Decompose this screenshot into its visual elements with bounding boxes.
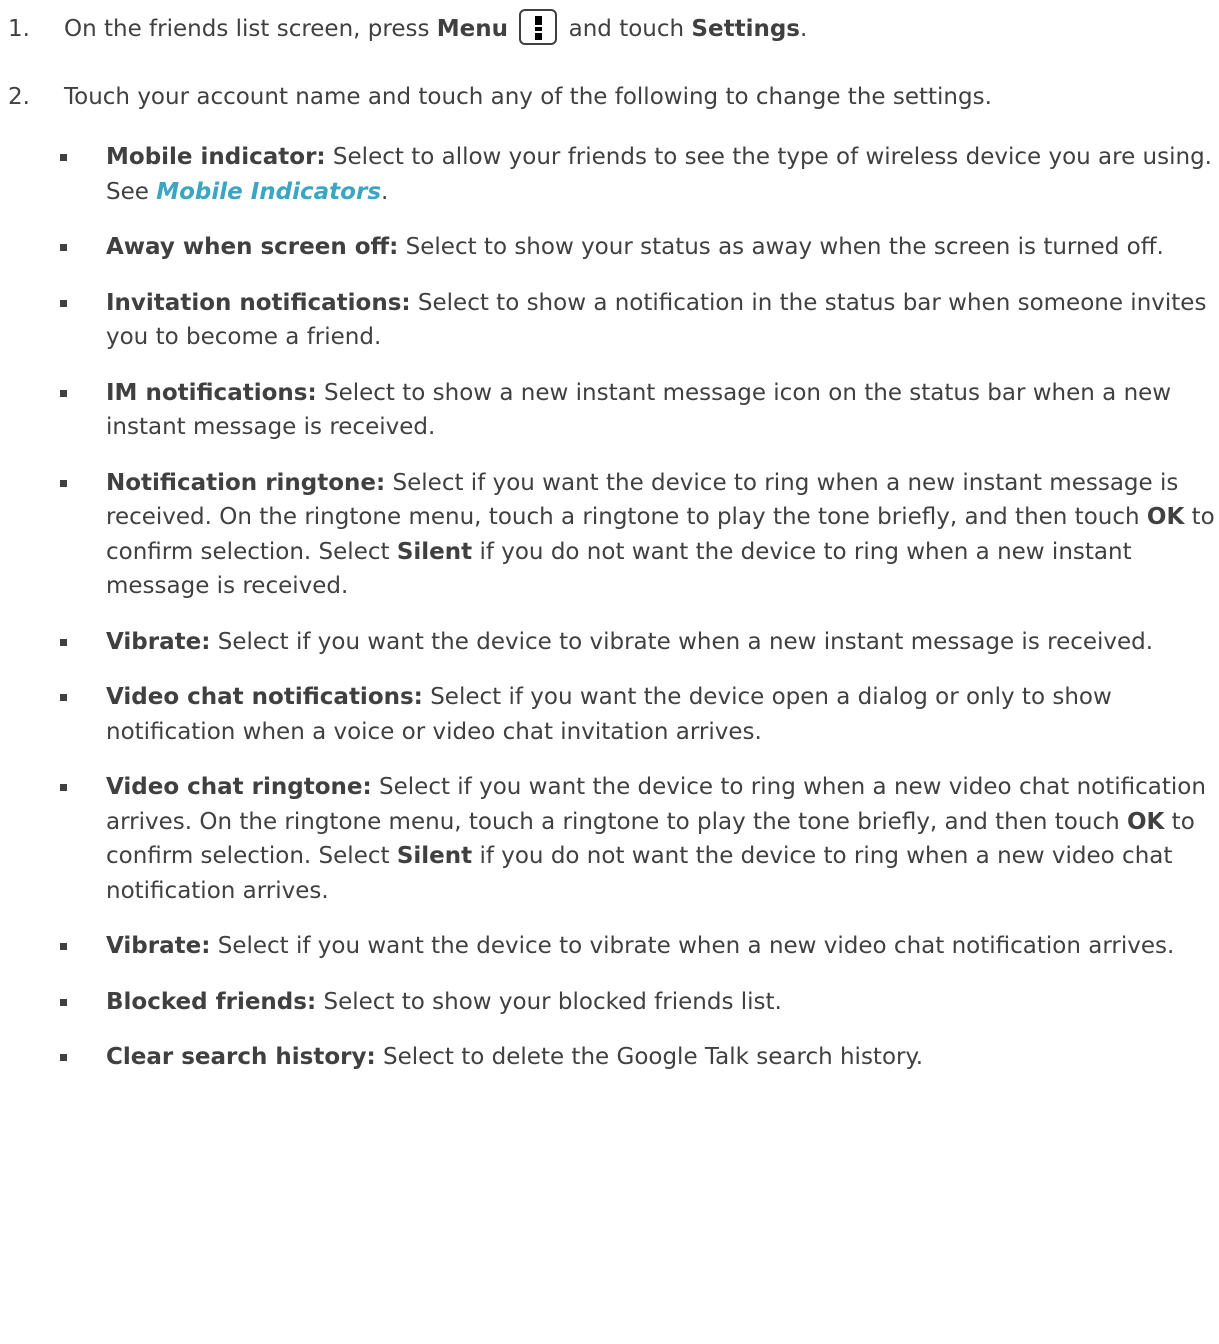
item-label: Mobile indicator: xyxy=(106,144,326,170)
list-item-clear-search-history: Clear search history: Select to delete t… xyxy=(56,1040,1216,1075)
step-number: 2. xyxy=(8,84,30,110)
item-label: Away when screen off: xyxy=(106,234,399,260)
step-text: Touch your account name and touch any of… xyxy=(64,84,992,110)
list-item-video-chat-ringtone: Video chat ringtone: Select if you want … xyxy=(56,770,1216,908)
step-1: 1. On the friends list screen, press Menu… xyxy=(8,8,807,46)
item-label: Blocked friends: xyxy=(106,988,317,1015)
list-item-vibrate-video-chat: Vibrate: Select if you want the device t… xyxy=(56,929,1216,964)
document-page: 1. On the friends list screen, press Menu… xyxy=(0,0,1219,1344)
step-2: 2. Touch your account name and touch any … xyxy=(8,80,992,114)
step-text: On the friends list screen, press xyxy=(64,16,437,42)
ok-label: OK xyxy=(1146,504,1185,530)
item-text: Select if you want the device to vibrate… xyxy=(210,628,1154,655)
item-label: Vibrate: xyxy=(106,628,211,655)
bullet-icon xyxy=(60,389,67,397)
bullet-icon xyxy=(60,244,67,251)
step-text: and touch xyxy=(561,16,692,42)
list-item-away-when-screen-off: Away when screen off: Select to show you… xyxy=(56,230,1216,265)
item-text: Select to show your status as away when … xyxy=(398,234,1164,260)
step-number: 1. xyxy=(8,16,30,42)
list-item-notification-ringtone: Notification ringtone: Select if you wan… xyxy=(56,466,1216,604)
item-label: Vibrate: xyxy=(106,933,211,959)
item-text: Select to delete the Google Talk search … xyxy=(375,1044,924,1070)
bullet-icon xyxy=(60,154,67,161)
list-item-mobile-indicator: Mobile indicator: Select to allow your f… xyxy=(56,140,1216,209)
bullet-icon xyxy=(60,998,67,1006)
item-label: Invitation notifications: xyxy=(106,289,411,316)
silent-label: Silent xyxy=(396,538,473,565)
list-item-video-chat-notifications: Video chat notifications: Select if you … xyxy=(56,680,1216,749)
settings-label: Settings xyxy=(691,16,800,42)
item-text: Select if you want the device to vibrate… xyxy=(210,933,1175,959)
menu-key-icon xyxy=(519,8,558,45)
item-label: Video chat ringtone: xyxy=(106,774,372,800)
bullet-icon xyxy=(60,299,67,307)
bullet-icon xyxy=(60,638,67,646)
item-label: Video chat notifications: xyxy=(106,684,423,710)
silent-label: Silent xyxy=(396,843,473,869)
item-label: Clear search history: xyxy=(106,1044,376,1070)
item-text: Select to show your blocked friends list… xyxy=(316,988,782,1015)
menu-label: Menu xyxy=(436,16,509,42)
item-label: Notification ringtone: xyxy=(106,469,386,496)
settings-list: Mobile indicator: Select to allow your f… xyxy=(56,140,1216,1096)
list-item-invitation-notifications: Invitation notifications: Select to show… xyxy=(56,286,1216,355)
bullet-icon xyxy=(60,1054,67,1061)
list-item-im-notifications: IM notifications: Select to show a new i… xyxy=(56,376,1216,445)
bullet-icon xyxy=(60,943,67,950)
bullet-icon xyxy=(60,784,67,791)
list-item-vibrate-im: Vibrate: Select if you want the device t… xyxy=(56,625,1216,660)
item-label: IM notifications: xyxy=(106,379,317,406)
ok-label: OK xyxy=(1126,808,1165,835)
bullet-icon xyxy=(60,479,67,487)
mobile-indicators-link[interactable]: Mobile Indicators xyxy=(156,179,381,205)
list-item-blocked-friends: Blocked friends: Select to show your blo… xyxy=(56,985,1216,1020)
bullet-icon xyxy=(60,694,67,701)
